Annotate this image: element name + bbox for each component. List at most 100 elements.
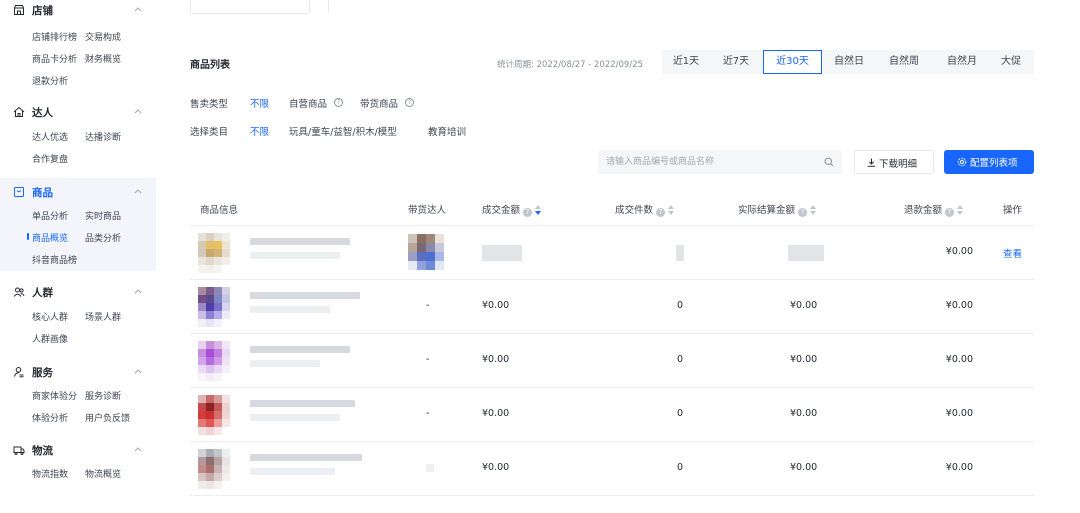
sidebar-item-merchant-experience-score[interactable]: 商家体验分 xyxy=(32,389,77,402)
category-option-any[interactable]: 不限 xyxy=(250,124,269,138)
nav-group-title: 商品 xyxy=(32,187,53,199)
sale-type-option-affiliate[interactable]: 带货商品 xyxy=(360,96,398,110)
sidebar-item-influencer-select[interactable]: 达人优选 xyxy=(32,130,68,143)
pixel-block xyxy=(198,249,206,257)
sort-icon[interactable] xyxy=(535,205,542,215)
search-icon[interactable] xyxy=(824,157,834,167)
nav-group-header-influencer[interactable]: 达人 xyxy=(0,102,156,122)
nav-group-logistics: 物流 物流指数 物流概览 xyxy=(0,440,156,484)
pixel-block xyxy=(214,449,222,457)
sidebar-item-douyin-product-ranking[interactable]: 抖音商品榜 xyxy=(32,253,77,266)
category-option-education[interactable]: 教育培训 xyxy=(428,124,466,138)
help-icon[interactable]: ? xyxy=(334,98,343,107)
category-option-toys[interactable]: 玩具/童车/益智/积木/模型 xyxy=(289,124,397,138)
pixel-block xyxy=(198,465,206,473)
tab-7-days[interactable]: 近7天 xyxy=(710,50,762,74)
sort-icon[interactable] xyxy=(668,205,675,215)
pixel-block xyxy=(230,349,238,357)
sort-icon[interactable] xyxy=(810,205,817,215)
pixel-block xyxy=(222,457,230,465)
pixel-block xyxy=(230,265,238,273)
chevron-up-icon[interactable] xyxy=(133,445,143,453)
pixel-block xyxy=(230,403,238,411)
help-icon[interactable]: ? xyxy=(405,98,414,107)
column-header-gmv[interactable]: 成交金额? xyxy=(482,202,542,217)
refund-amount: ¥0.00 xyxy=(945,408,973,419)
sidebar-item-cooperation-review[interactable]: 合作复盘 xyxy=(32,152,68,165)
tab-30-days[interactable]: 近30天 xyxy=(763,50,822,74)
tab-natural-month[interactable]: 自然月 xyxy=(934,50,990,74)
column-header-refund[interactable]: 退款金额? xyxy=(904,202,964,217)
column-header-orders[interactable]: 成交件数? xyxy=(615,202,675,217)
sidebar-item-category-analysis[interactable]: 品类分析 xyxy=(85,231,121,244)
sidebar-item-experience-analysis[interactable]: 体验分析 xyxy=(32,411,68,424)
nav-group-header-audience[interactable]: 人群 xyxy=(0,282,156,302)
tab-natural-week[interactable]: 自然周 xyxy=(877,50,931,74)
pixel-block xyxy=(214,473,222,481)
help-icon[interactable]: ? xyxy=(656,208,666,217)
pixel-block xyxy=(230,373,238,381)
sidebar-item-core-audience[interactable]: 核心人群 xyxy=(32,310,68,323)
pixel-block xyxy=(206,349,214,357)
sidebar-item-store-ranking[interactable]: 店铺排行榜 xyxy=(32,30,77,43)
nav-group-header-store[interactable]: 店铺 xyxy=(0,0,156,20)
sidebar-item-service-diagnosis[interactable]: 服务诊断 xyxy=(85,389,121,402)
pixel-block xyxy=(222,241,230,249)
download-details-button[interactable]: 下载明细 xyxy=(854,150,934,174)
sale-type-option-any[interactable]: 不限 xyxy=(250,96,269,110)
column-header-settled[interactable]: 实际结算金额? xyxy=(738,202,817,217)
sidebar-item-product-card-analysis[interactable]: 商品卡分析 xyxy=(32,52,77,65)
sidebar-item-audience-profile[interactable]: 人群画像 xyxy=(32,332,68,345)
sidebar-item-live-diagnosis[interactable]: 达播诊断 xyxy=(85,130,121,143)
product-name-blurred xyxy=(250,400,355,407)
pixel-block xyxy=(198,233,206,241)
gmv-value: ¥0.00 xyxy=(482,354,510,365)
sidebar-item-negative-feedback[interactable]: 用户负反馈 xyxy=(85,411,130,424)
stat-period: 统计周期: 2022/08/27 - 2022/09/25 xyxy=(497,60,644,70)
chevron-up-icon[interactable] xyxy=(133,107,143,115)
pixel-block xyxy=(408,261,417,270)
sidebar-item-product-overview[interactable]: 商品概览 xyxy=(32,231,68,244)
view-link[interactable]: 查看 xyxy=(1003,246,1022,260)
sidebar-item-realtime-products[interactable]: 实时商品 xyxy=(85,209,121,222)
chevron-up-icon[interactable] xyxy=(133,5,143,13)
help-icon[interactable]: ? xyxy=(523,208,533,217)
help-icon[interactable]: ? xyxy=(945,208,955,217)
pixel-block xyxy=(222,295,230,303)
tab-promotion[interactable]: 大促 xyxy=(990,50,1032,74)
nav-group-header-product[interactable]: 商品 xyxy=(0,182,156,202)
refund-amount: ¥0.00 xyxy=(945,354,973,365)
sale-type-option-self-operated[interactable]: 自营商品 xyxy=(289,96,327,110)
configure-columns-button[interactable]: 配置列表项 xyxy=(944,150,1034,174)
sidebar-item-refund-analysis[interactable]: 退款分析 xyxy=(32,74,68,87)
sidebar-item-single-product-analysis[interactable]: 单品分析 xyxy=(32,209,68,222)
sidebar-item-logistics-index[interactable]: 物流指数 xyxy=(32,467,68,480)
pixel-block xyxy=(222,287,230,295)
sidebar-item-logistics-overview[interactable]: 物流概览 xyxy=(85,467,121,480)
pixel-block xyxy=(206,449,214,457)
chevron-up-icon[interactable] xyxy=(133,187,143,195)
sidebar-item-transaction-structure[interactable]: 交易构成 xyxy=(85,30,121,43)
chevron-up-icon[interactable] xyxy=(133,287,143,295)
nav-group-header-service[interactable]: 服务 xyxy=(0,362,156,382)
pixel-block xyxy=(214,457,222,465)
column-header-orders-label: 成交件数 xyxy=(615,205,654,216)
chevron-up-icon[interactable] xyxy=(133,367,143,375)
table-row: ¥0.00 查看 xyxy=(190,226,1034,280)
product-meta-blurred xyxy=(250,414,340,421)
sidebar-item-finance-overview[interactable]: 财务概览 xyxy=(85,52,121,65)
pixel-block xyxy=(230,465,238,473)
pixel-block xyxy=(206,457,214,465)
tab-1-day[interactable]: 近1天 xyxy=(662,50,710,74)
help-icon[interactable]: ? xyxy=(798,208,808,217)
pixel-block xyxy=(230,233,238,241)
pixel-block xyxy=(214,257,222,265)
pixel-block xyxy=(222,249,230,257)
nav-group-header-logistics[interactable]: 物流 xyxy=(0,440,156,460)
sort-icon[interactable] xyxy=(957,205,964,215)
pixel-block xyxy=(426,252,435,261)
search-input[interactable] xyxy=(606,155,816,169)
pixel-block xyxy=(222,403,230,411)
sidebar-item-scene-audience[interactable]: 场景人群 xyxy=(85,310,121,323)
tab-natural-day[interactable]: 自然日 xyxy=(823,50,875,74)
